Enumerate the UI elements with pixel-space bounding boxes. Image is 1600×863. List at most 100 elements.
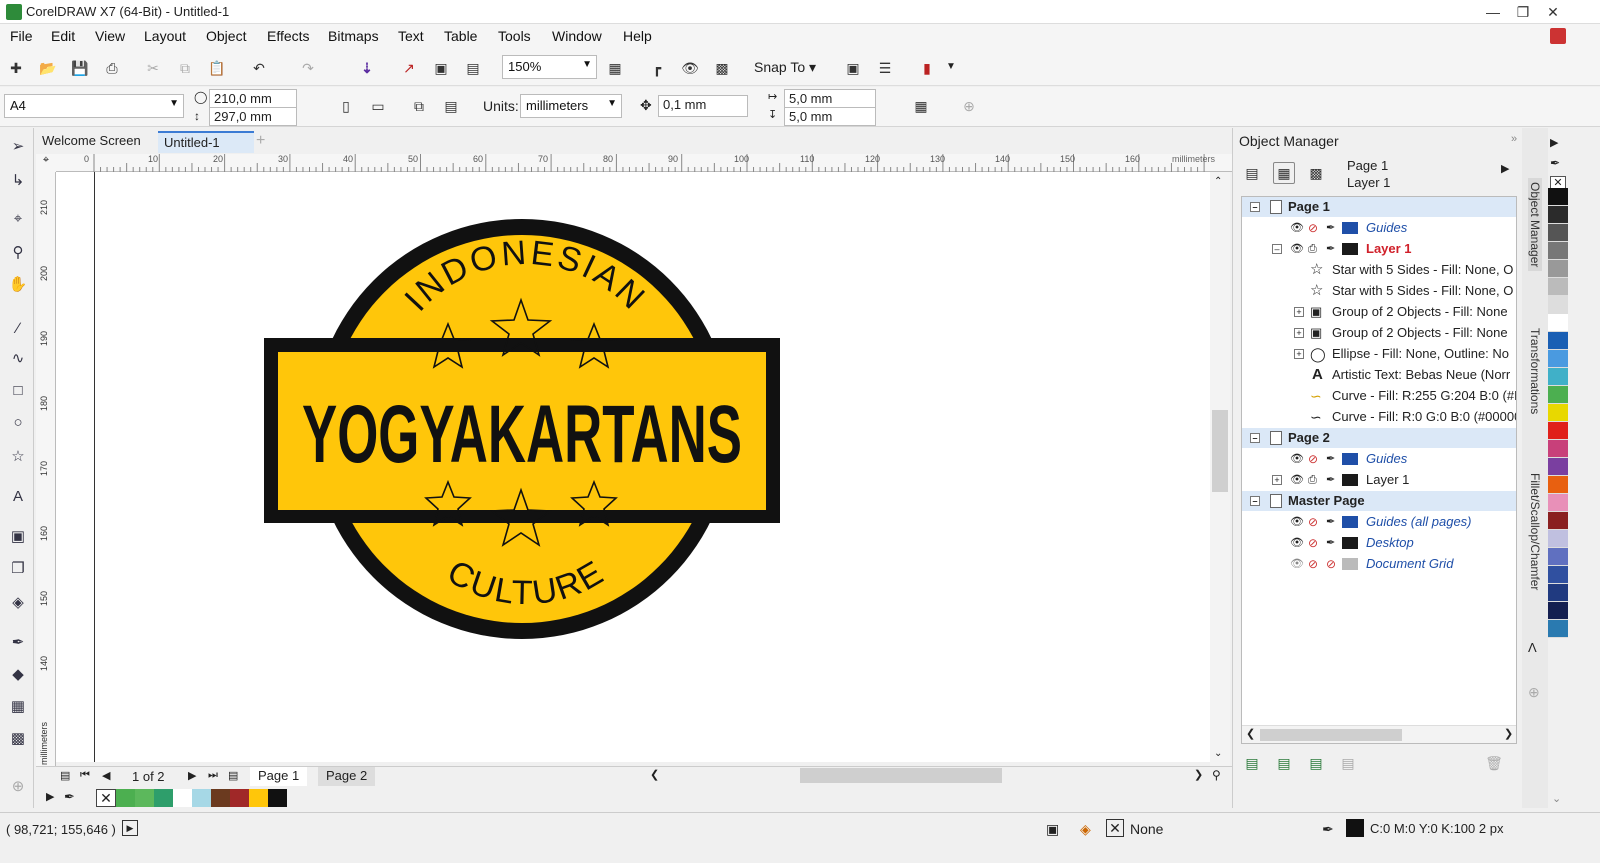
portrait-icon[interactable]: ▯ — [335, 95, 357, 117]
layer-manager-view-icon[interactable]: ▩ — [1305, 162, 1327, 184]
new-document-icon[interactable]: ✚ — [5, 57, 27, 79]
om-menu-arrow-icon[interactable]: ▶ — [1501, 162, 1509, 175]
horizontal-ruler[interactable]: 0 10 20 30 40 50 60 70 80 90 100 110 120… — [56, 154, 1232, 172]
palette-swatch-8[interactable] — [249, 789, 268, 807]
rectangle-tool-icon[interactable]: □ — [6, 378, 30, 402]
parallel-dimension-icon[interactable]: ▣ — [6, 524, 30, 548]
side-add-icon[interactable]: ⊕ — [1528, 684, 1540, 701]
color-eyedropper-icon[interactable]: ✒ — [6, 630, 30, 654]
tree-scroll-right-icon[interactable]: ❯ — [1504, 727, 1513, 740]
menu-window[interactable]: Window — [552, 28, 602, 44]
rpal-swatch-11[interactable] — [1548, 368, 1568, 386]
rpal-swatch-3[interactable] — [1548, 224, 1568, 242]
rpal-swatch-14[interactable] — [1548, 422, 1568, 440]
last-page-icon[interactable]: ⏭ — [208, 769, 218, 782]
no-fill-swatch[interactable]: ✕ — [96, 789, 116, 807]
text-tool-icon[interactable]: A — [6, 484, 30, 508]
rpal-swatch-20[interactable] — [1548, 530, 1568, 548]
tree-desktop[interactable]: 👁 ⊘ ✒ Desktop — [1242, 533, 1516, 553]
polygon-tool-icon[interactable]: ☆ — [6, 444, 30, 468]
tree-curve-yellow[interactable]: ∽ Curve - Fill: R:255 G:204 B:0 (#F — [1242, 386, 1516, 406]
page-size-select[interactable]: A4 ▼ — [4, 94, 184, 118]
smart-fill-icon[interactable]: ▩ — [6, 726, 30, 750]
rpal-swatch-24[interactable] — [1548, 602, 1568, 620]
tree-page-1[interactable]: – Page 1 — [1242, 197, 1516, 217]
options-icon[interactable]: ☰ — [874, 57, 896, 79]
scroll-up-icon[interactable]: ⌃ — [1214, 176, 1222, 187]
grid-icon[interactable]: ▩ — [711, 57, 733, 79]
palette-swatch-9[interactable] — [268, 789, 287, 807]
menu-tools[interactable]: Tools — [498, 28, 531, 44]
tree-curve-black[interactable]: ∽ Curve - Fill: R:0 G:0 B:0 (#00000 — [1242, 407, 1516, 427]
tab-untitled-1[interactable]: Untitled-1 — [158, 131, 254, 153]
duplicate-y-input[interactable]: 5,0 mm — [784, 107, 876, 126]
ellipse-tool-icon[interactable]: ○ — [6, 410, 30, 434]
units-select[interactable]: millimeters ▼ — [520, 94, 622, 118]
zoom-navigator-icon[interactable]: ⚲ — [1212, 768, 1221, 782]
artistic-media-icon[interactable]: ∿ — [6, 346, 30, 370]
pan-tool-icon[interactable]: ✋ — [6, 272, 30, 296]
side-tab-a-icon[interactable]: Λ — [1528, 640, 1537, 655]
fill-none-swatch[interactable]: ✕ — [1106, 819, 1124, 837]
palette-swatch-3[interactable] — [154, 789, 173, 807]
drop-shadow-icon[interactable]: ❐ — [6, 556, 30, 580]
rpal-swatch-1[interactable] — [1548, 188, 1568, 206]
menu-file[interactable]: File — [10, 28, 33, 44]
treat-as-filled-icon[interactable]: ▦ — [910, 95, 932, 117]
side-tab-fillet[interactable]: Fillet/Scallop/Chamfer — [1528, 473, 1542, 590]
horizontal-scrollbar[interactable]: ❮ ❯ — [650, 768, 1203, 784]
logo-artwork[interactable]: INDONESIAN CULTURE YOGYAKARTANS — [56, 172, 1210, 762]
new-master-layer-icon[interactable]: ▤ — [1273, 752, 1295, 774]
crop-tool-icon[interactable]: ⌖ — [6, 206, 30, 230]
object-properties-icon[interactable]: ▣ — [1046, 821, 1059, 838]
new-tab-icon[interactable]: + — [256, 132, 265, 150]
zoom-select[interactable]: 150% ▼ — [502, 55, 597, 79]
rulers-icon[interactable]: ┏ — [646, 57, 668, 79]
scroll-down-icon[interactable]: ⌄ — [1214, 748, 1222, 759]
page-height-input[interactable]: 297,0 mm — [209, 107, 297, 126]
paste-icon[interactable]: 📋 — [206, 57, 228, 79]
publish-pdf-icon[interactable]: ▣ — [430, 57, 452, 79]
delete-icon[interactable]: 🗑 — [1483, 752, 1505, 774]
tree-layer-1-p2[interactable]: + 👁 ⎙ ✒ Layer 1 — [1242, 470, 1516, 490]
maximize-icon[interactable]: ❐ — [1508, 2, 1538, 22]
all-pages-icon[interactable]: ⧉ — [408, 95, 430, 117]
page-tab-1[interactable]: Page 1 — [250, 767, 308, 786]
add-page-before-icon[interactable]: ▤ — [60, 769, 70, 782]
tree-scrollbar[interactable]: ❮ ❯ — [1242, 725, 1516, 743]
rpal-swatch-19[interactable] — [1548, 512, 1568, 530]
rpal-swatch-4[interactable] — [1548, 242, 1568, 260]
vertical-scrollbar[interactable]: ⌃ ⌄ — [1210, 172, 1230, 766]
rpal-swatch-10[interactable] — [1548, 350, 1568, 368]
palette-swatch-6[interactable] — [211, 789, 230, 807]
palette-swatch-1[interactable] — [116, 789, 135, 807]
horizontal-scroll-thumb[interactable] — [800, 768, 1002, 783]
nudge-distance-input[interactable]: 0,1 mm — [658, 95, 748, 117]
interactive-fill-icon[interactable]: ◆ — [6, 662, 30, 686]
copy-icon[interactable]: ⧉ — [174, 57, 196, 79]
side-tab-object-manager[interactable]: Object Manager — [1528, 178, 1542, 272]
palette-swatch-4[interactable] — [173, 789, 192, 807]
drawing-canvas[interactable]: INDONESIAN CULTURE YOGYAKARTANS — [56, 172, 1210, 762]
tree-star-2[interactable]: ☆ Star with 5 Sides - Fill: None, O — [1242, 281, 1516, 301]
tree-guides-p1[interactable]: 👁 ⊘ ✒ Guides — [1242, 218, 1516, 238]
minimize-icon[interactable]: — — [1478, 2, 1508, 22]
transparency-icon[interactable]: ◈ — [6, 590, 30, 614]
undo-icon[interactable]: ↶ — [248, 57, 270, 79]
rpal-eyedropper-icon[interactable]: ✒ — [1550, 156, 1560, 170]
palette-swatch-7[interactable] — [230, 789, 249, 807]
rpal-swatch-18[interactable] — [1548, 494, 1568, 512]
menu-edit[interactable]: Edit — [51, 28, 75, 44]
launcher-dropdown-icon[interactable]: ▼ — [946, 61, 956, 72]
tree-group-2[interactable]: + ▣ Group of 2 Objects - Fill: None — [1242, 323, 1516, 343]
rpal-swatch-25[interactable] — [1548, 620, 1568, 638]
tree-group-1[interactable]: + ▣ Group of 2 Objects - Fill: None — [1242, 302, 1516, 322]
tree-guides-all[interactable]: 👁 ⊘ ✒ Guides (all pages) — [1242, 512, 1516, 532]
new-master-layer-odd-icon[interactable]: ▤ — [1337, 752, 1359, 774]
rpal-swatch-6[interactable] — [1548, 278, 1568, 296]
zoom-fit-icon[interactable]: ▦ — [604, 57, 626, 79]
scroll-left-icon[interactable]: ❮ — [650, 768, 659, 781]
freehand-tool-icon[interactable]: ∕ — [6, 316, 30, 340]
rpal-swatch-8[interactable] — [1548, 314, 1568, 332]
cut-icon[interactable]: ✂ — [142, 57, 164, 79]
